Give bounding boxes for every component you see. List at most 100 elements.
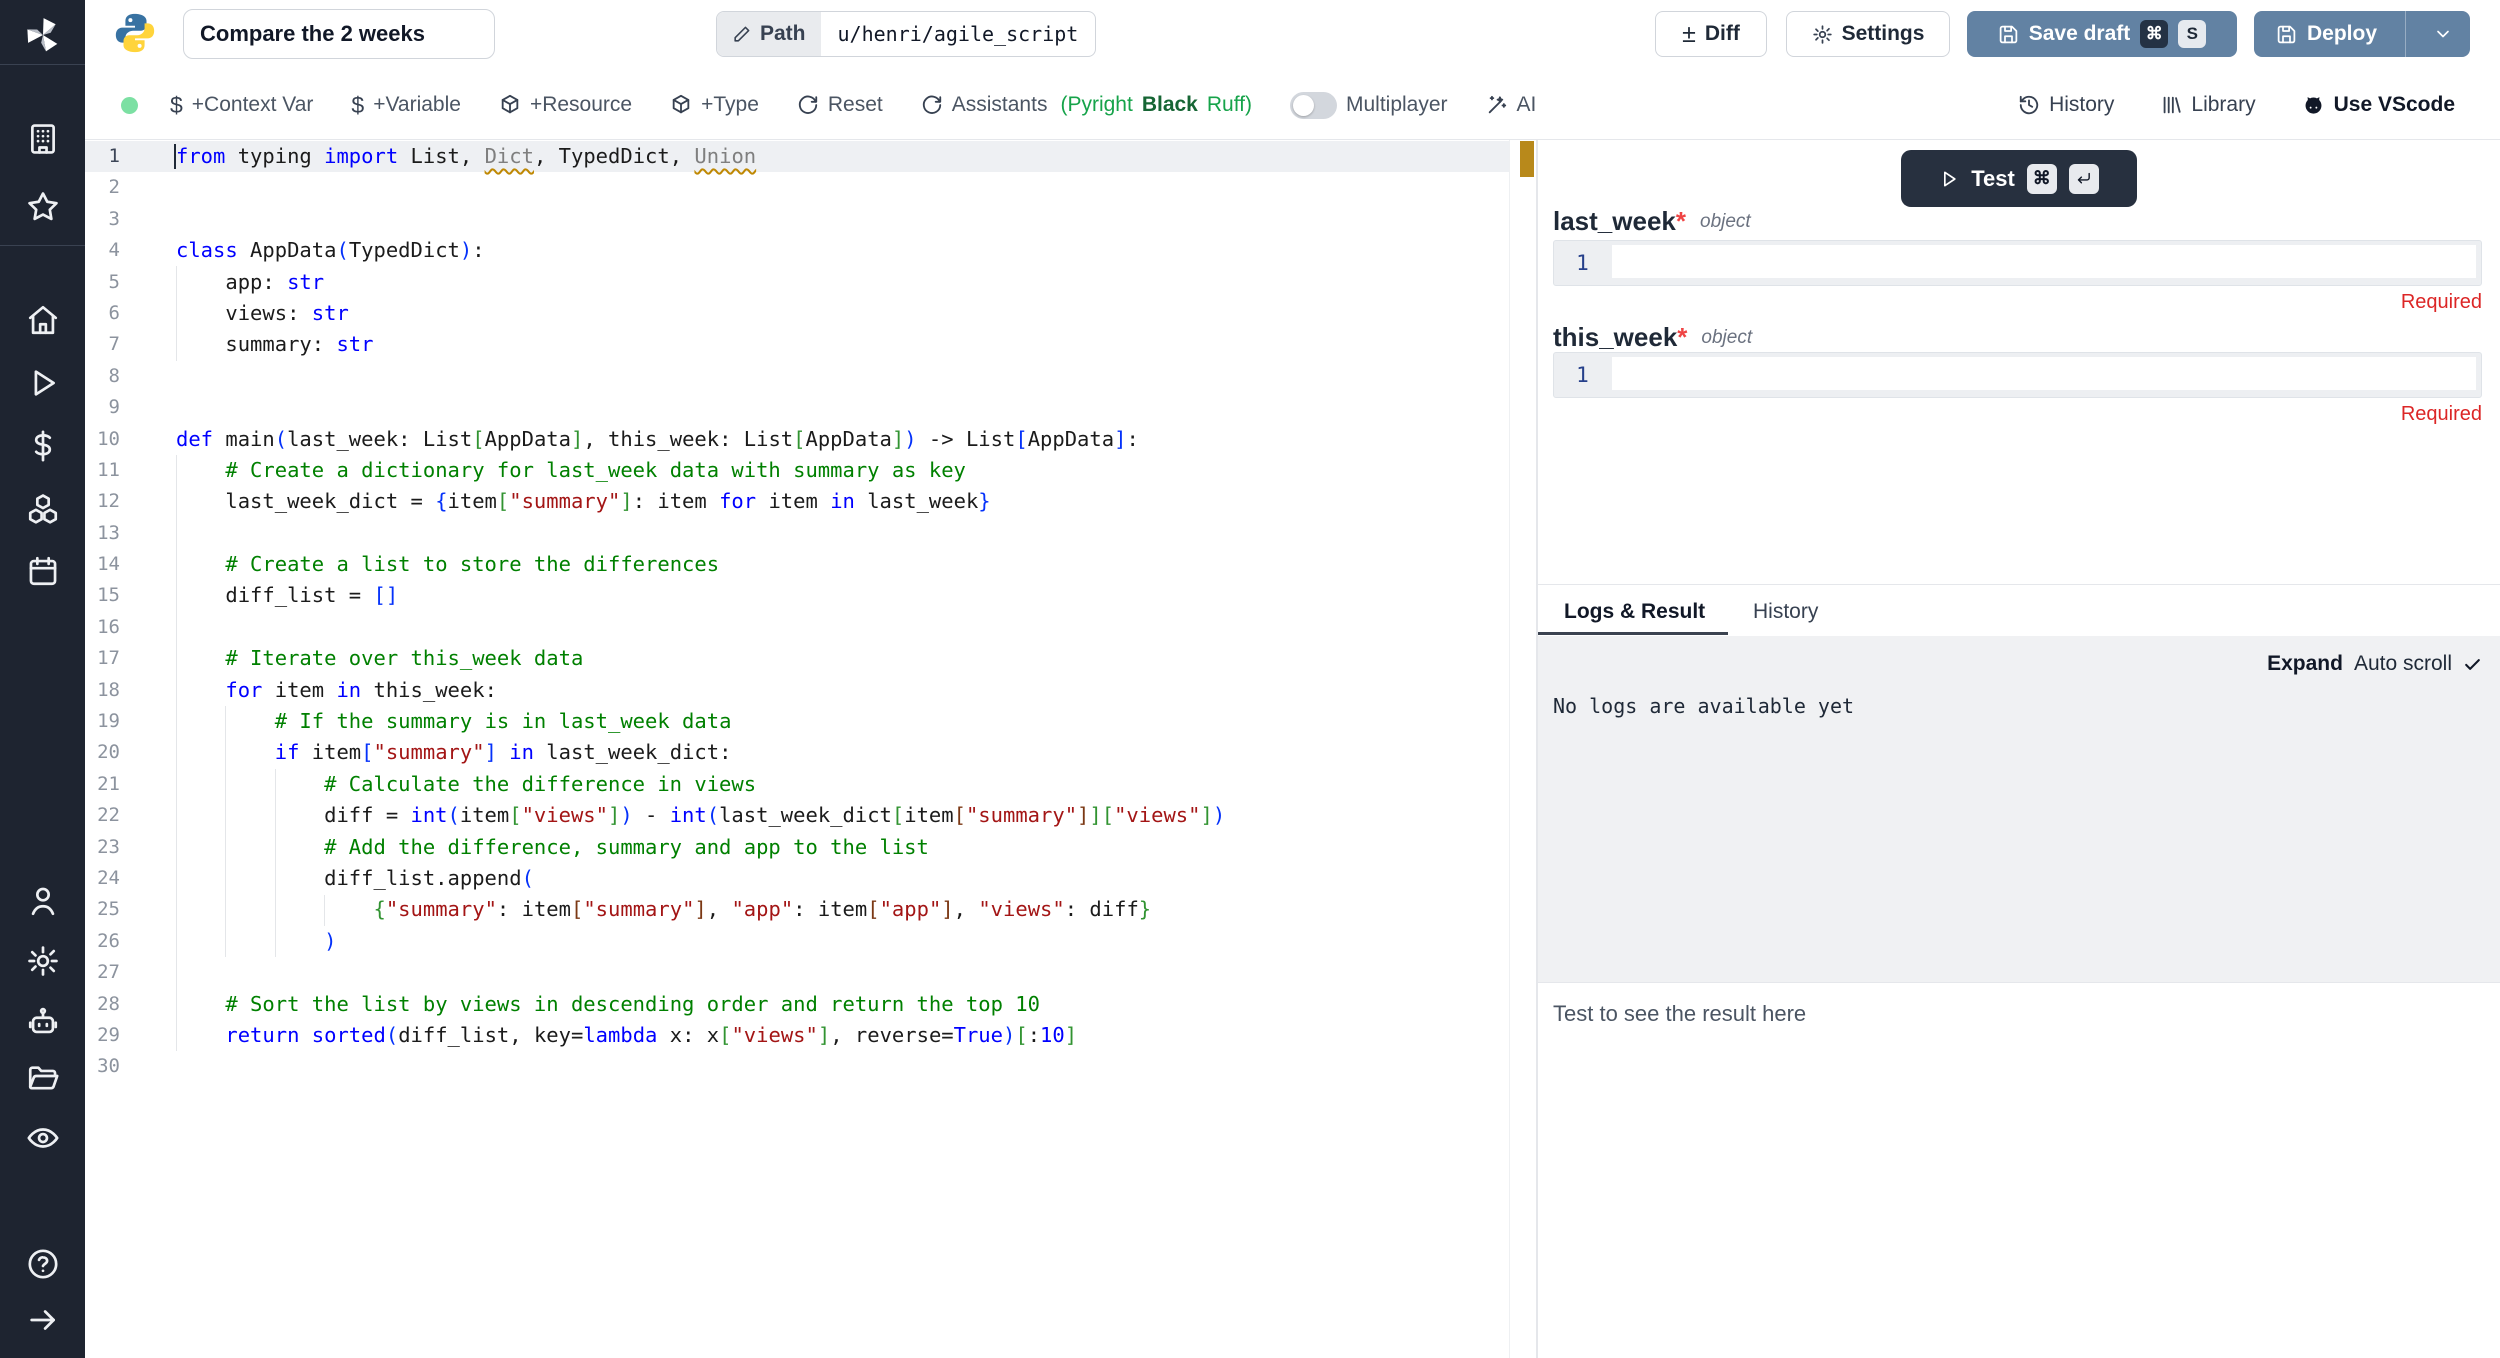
add-type-button[interactable]: +Type — [670, 93, 759, 117]
workspace-building-icon[interactable] — [0, 122, 85, 156]
code-line[interactable]: diff_list = [] — [176, 580, 1225, 611]
dollar-icon: $ — [351, 92, 364, 119]
add-resource-button[interactable]: +Resource — [499, 93, 632, 117]
reset-button[interactable]: Reset — [797, 93, 883, 117]
result-placeholder: Test to see the result here — [1553, 1001, 1806, 1027]
line-number: 20 — [85, 737, 120, 768]
workers-bot-icon[interactable] — [0, 1005, 85, 1039]
code-line[interactable]: def main(last_week: List[AppData], this_… — [176, 424, 1225, 455]
windmill-logo-icon[interactable] — [0, 12, 85, 58]
code-line[interactable]: summary: str — [176, 329, 1225, 360]
users-person-icon[interactable] — [0, 884, 85, 918]
code-line[interactable]: # Create a dictionary for last_week data… — [176, 455, 1225, 486]
runs-play-icon[interactable] — [0, 366, 85, 400]
assistant-pyright[interactable]: (Pyright — [1060, 93, 1132, 117]
code-line[interactable]: # Add the difference, summary and app to… — [176, 832, 1225, 863]
audit-eye-icon[interactable] — [0, 1121, 85, 1155]
tab-logs-result[interactable]: Logs & Result — [1564, 600, 1705, 624]
ai-button[interactable]: AI — [1486, 93, 1537, 117]
code-line[interactable]: {"summary": item["summary"], "app": item… — [176, 894, 1225, 925]
code-line[interactable]: # If the summary is in last_week data — [176, 706, 1225, 737]
schedules-calendar-icon[interactable] — [0, 554, 85, 588]
mini-gutter: 1 — [1554, 241, 1611, 285]
history-button[interactable]: History — [2018, 93, 2114, 117]
line-number: 19 — [85, 706, 120, 737]
arg-input-area[interactable] — [1612, 357, 2476, 390]
code-line[interactable] — [176, 172, 1225, 203]
add-variable-button[interactable]: $ +Variable — [351, 92, 461, 119]
path-chip[interactable]: Path — [717, 12, 821, 56]
help-circle-icon[interactable] — [0, 1247, 85, 1281]
assistant-black[interactable]: Black — [1142, 93, 1198, 117]
line-number: 9 — [85, 392, 120, 423]
auto-scroll-label[interactable]: Auto scroll — [2354, 652, 2452, 676]
script-title-input[interactable]: Compare the 2 weeks — [183, 9, 495, 59]
line-number: 4 — [85, 235, 120, 266]
path-value[interactable]: u/henri/agile_script — [821, 22, 1096, 46]
code-line[interactable]: diff = int(item["views"]) - int(last_wee… — [176, 800, 1225, 831]
add-context-var-button[interactable]: $ +Context Var — [170, 92, 313, 119]
check-icon[interactable] — [2463, 655, 2482, 674]
folders-icon[interactable] — [0, 1062, 85, 1096]
variables-dollar-icon[interactable] — [0, 429, 85, 463]
code-line[interactable] — [176, 361, 1225, 392]
code-line[interactable] — [176, 957, 1225, 988]
save-icon — [2276, 24, 2297, 45]
code-line[interactable]: ) — [176, 926, 1225, 957]
code-line[interactable]: if item["summary"] in last_week_dict: — [176, 737, 1225, 768]
line-number: 5 — [85, 267, 120, 298]
multiplayer-label: Multiplayer — [1346, 93, 1448, 117]
test-panel: Test ⌘ last_week* object 1 Required this… — [1538, 140, 2500, 1358]
settings-button[interactable]: Settings — [1786, 11, 1950, 57]
code-line[interactable]: views: str — [176, 298, 1225, 329]
deploy-dropdown-button[interactable] — [2416, 24, 2470, 44]
code-line[interactable] — [176, 518, 1225, 549]
code-line[interactable]: last_week_dict = {item["summary"]: item … — [176, 486, 1225, 517]
code-line[interactable] — [176, 392, 1225, 423]
diff-label: Diff — [1705, 22, 1740, 46]
line-number: 28 — [85, 989, 120, 1020]
code-lines[interactable]: from typing import List, Dict, TypedDict… — [176, 141, 1225, 1083]
multiplayer-toggle[interactable] — [1290, 92, 1337, 119]
arg-json-editor[interactable]: 1 — [1553, 352, 2482, 398]
library-button[interactable]: Library — [2160, 93, 2255, 117]
sidebar-divider — [0, 64, 85, 65]
expand-button[interactable]: Expand — [2267, 652, 2343, 676]
path-group[interactable]: Path u/henri/agile_script — [716, 11, 1096, 57]
code-line[interactable]: diff_list.append( — [176, 863, 1225, 894]
use-vscode-button[interactable]: Use VScode — [2302, 93, 2455, 117]
code-line[interactable] — [176, 1051, 1225, 1082]
code-line[interactable]: class AppData(TypedDict): — [176, 235, 1225, 266]
diff-button[interactable]: ± Diff — [1655, 11, 1767, 57]
code-line[interactable]: return sorted(diff_list, key=lambda x: x… — [176, 1020, 1225, 1051]
assistants-button[interactable]: Assistants (Pyright Black Ruff) — [921, 93, 1252, 117]
add-type-label: +Type — [701, 93, 759, 117]
arg-name: last_week — [1553, 206, 1676, 237]
favorites-star-icon[interactable] — [0, 190, 85, 224]
deploy-button[interactable]: Deploy — [2254, 11, 2470, 57]
assistant-ruff[interactable]: Ruff) — [1207, 93, 1252, 117]
save-draft-button[interactable]: Save draft ⌘ S — [1967, 11, 2237, 57]
code-line[interactable]: # Iterate over this_week data — [176, 643, 1225, 674]
rotate-icon — [921, 94, 943, 116]
arg-input-area[interactable] — [1612, 245, 2476, 278]
code-line[interactable]: from typing import List, Dict, TypedDict… — [176, 141, 1225, 172]
code-line[interactable]: # Calculate the difference in views — [176, 769, 1225, 800]
code-line[interactable]: # Sort the list by views in descending o… — [176, 989, 1225, 1020]
test-button[interactable]: Test ⌘ — [1901, 150, 2137, 207]
code-line[interactable]: for item in this_week: — [176, 675, 1225, 706]
line-number-gutter: 1234567891011121314151617181920212223242… — [85, 141, 120, 1083]
line-number: 18 — [85, 675, 120, 706]
code-line[interactable] — [176, 612, 1225, 643]
home-icon[interactable] — [0, 303, 85, 337]
code-line[interactable] — [176, 204, 1225, 235]
code-line[interactable]: app: str — [176, 267, 1225, 298]
tab-history[interactable]: History — [1753, 600, 1818, 624]
resources-boxes-icon[interactable] — [0, 492, 85, 526]
settings-gear-icon[interactable] — [0, 944, 85, 978]
arg-json-editor[interactable]: 1 — [1553, 240, 2482, 286]
code-line[interactable]: # Create a list to store the differences — [176, 549, 1225, 580]
line-number: 17 — [85, 643, 120, 674]
code-editor[interactable]: 1234567891011121314151617181920212223242… — [85, 140, 1536, 1358]
expand-arrow-icon[interactable] — [0, 1303, 85, 1337]
